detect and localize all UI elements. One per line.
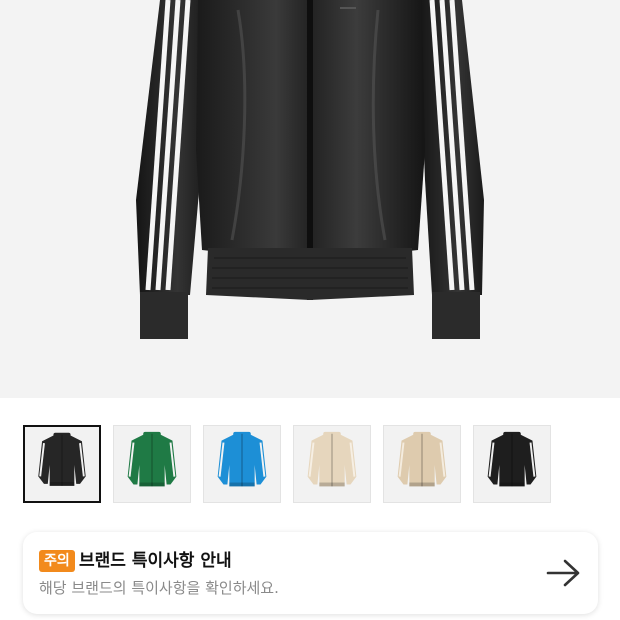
arrow-right-icon[interactable] [546,558,582,588]
notice-title: 브랜드 특이사항 안내 [79,551,232,571]
thumb-green[interactable] [113,425,191,503]
thumb-beige-2[interactable] [383,425,461,503]
jacket-thumb-icon [38,432,86,486]
thumb-black-leather[interactable] [23,425,101,503]
warning-badge: 주의 [39,550,75,572]
jacket-thumb-icon [307,431,357,487]
product-hero-image[interactable] [0,0,620,398]
thumb-blue[interactable] [203,425,281,503]
jacket-thumb-icon [127,431,177,487]
thumb-beige-1[interactable] [293,425,371,503]
brand-notice-card[interactable]: 주의 브랜드 특이사항 안내 해당 브랜드의 특이사항을 확인하세요. [23,532,598,614]
notice-subtitle: 해당 브랜드의 특이사항을 확인하세요. [39,579,279,597]
thumb-black-2[interactable] [473,425,551,503]
jacket-photo-icon [136,0,484,339]
jacket-thumb-icon [397,431,447,487]
thumbnail-strip [23,425,598,505]
jacket-thumb-icon [217,431,267,487]
jacket-thumb-icon [487,431,537,487]
